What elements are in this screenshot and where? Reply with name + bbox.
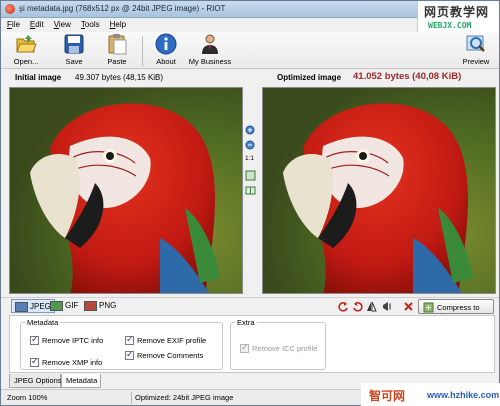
- tab-jpeg-options[interactable]: JPEG Options: [9, 374, 62, 388]
- remove-xmp-checkbox[interactable]: Remove XMP info: [30, 356, 103, 367]
- preview-button[interactable]: Preview: [459, 33, 493, 66]
- watermark-bottom-url: www.hzhike.com: [427, 390, 500, 400]
- businessman-icon: [199, 33, 221, 55]
- menu-view[interactable]: View: [48, 18, 75, 29]
- parrot-photo-optimized: [263, 88, 495, 293]
- preview-label: Preview: [462, 57, 490, 66]
- flip-vertical-icon[interactable]: [381, 301, 392, 312]
- tab-metadata[interactable]: Metadata: [61, 374, 101, 388]
- optimized-status: Optimized: 24bit JPEG image: [135, 393, 234, 402]
- format-gif-label: GIF: [65, 301, 79, 310]
- menu-help[interactable]: Help: [104, 18, 130, 29]
- png-image-icon: [84, 301, 97, 311]
- watermark-bottom: 智可网 www.hzhike.com: [361, 383, 500, 406]
- format-png-tab[interactable]: PNG: [81, 299, 119, 313]
- zoom-ratio-label[interactable]: 1:1: [245, 155, 256, 166]
- remove-exif-checkbox[interactable]: Remove EXIF profile: [125, 334, 207, 345]
- remove-icc-checkbox: Remove ICC profile: [240, 342, 318, 353]
- format-bar: JPEG GIF PNG Compress to size: [1, 297, 499, 321]
- riot-app-icon: [5, 4, 15, 14]
- format-png-label: PNG: [99, 301, 117, 310]
- menu-edit[interactable]: Edit: [24, 18, 48, 29]
- jpeg-image-icon: [15, 302, 28, 312]
- checkbox-checked-icon: [125, 334, 134, 345]
- initial-image-size: 49.307 bytes (48,15 KiB): [75, 73, 164, 82]
- zoom-status: Zoom 100%: [7, 393, 48, 402]
- remove-iptc-checkbox[interactable]: Remove IPTC info: [30, 334, 104, 345]
- zoom-controls: 1:1: [245, 125, 259, 200]
- watermark-logo: 网页教学网 WEBJX.COM: [417, 1, 499, 35]
- zoom-in-icon[interactable]: [245, 125, 256, 136]
- checkbox-checked-icon: [240, 342, 249, 353]
- clipboard-icon: [106, 33, 128, 55]
- watermark-text: 网页教学网: [424, 5, 490, 19]
- menu-tools[interactable]: Tools: [75, 18, 104, 29]
- watermark-bottom-text: 智可网: [369, 389, 406, 403]
- gif-image-icon: [50, 301, 63, 311]
- compress-to-size-button[interactable]: Compress to size: [418, 299, 494, 321]
- optimized-image-view[interactable]: [262, 87, 496, 294]
- open-label: Open...: [13, 57, 39, 66]
- save-label: Save: [65, 57, 83, 66]
- initial-image-view[interactable]: [9, 87, 243, 294]
- paste-label: Paste: [107, 57, 127, 66]
- remove-exif-label: Remove EXIF profile: [137, 336, 207, 345]
- info-icon: [155, 33, 177, 55]
- optimized-image-size: 41.052 bytes (40,08 KiB): [353, 71, 462, 82]
- fit-window-icon[interactable]: [245, 170, 256, 181]
- save-button[interactable]: Save: [57, 33, 91, 66]
- parrot-photo: [10, 88, 242, 293]
- compress-icon: [423, 302, 434, 315]
- menu-file[interactable]: File: [1, 18, 24, 29]
- app-window: şi metadata.jpg (768x512 px @ 24bit JPEG…: [0, 0, 500, 406]
- my-business-label: My Business: [188, 57, 232, 66]
- options-panel: Metadata Remove IPTC info Remove XMP inf…: [9, 315, 495, 373]
- remove-xmp-label: Remove XMP info: [42, 358, 103, 367]
- remove-comments-checkbox[interactable]: Remove Comments: [125, 349, 204, 360]
- rotate-right-icon[interactable]: [352, 301, 363, 312]
- folder-open-icon: [15, 33, 37, 55]
- toolbar: Open... Save Paste About My Business Pre…: [1, 32, 499, 69]
- metadata-legend: Metadata: [27, 318, 59, 327]
- about-button[interactable]: About: [149, 33, 183, 66]
- extra-legend: Extra: [237, 318, 255, 327]
- about-label: About: [156, 57, 176, 66]
- menu-bar: File Edit View Tools Help: [1, 18, 421, 31]
- floppy-disk-icon: [63, 33, 85, 55]
- checkbox-checked-icon: [125, 349, 134, 360]
- toolbar-separator: [142, 36, 143, 66]
- magnifier-icon: [465, 33, 487, 55]
- checkbox-checked-icon: [30, 356, 39, 367]
- open-button[interactable]: Open...: [9, 33, 43, 66]
- remove-icc-label: Remove ICC profile: [252, 344, 318, 353]
- status-divider: [131, 392, 132, 404]
- image-info-bar: Initial image 49.307 bytes (48,15 KiB) O…: [1, 69, 499, 86]
- optimized-image-label: Optimized image: [277, 73, 342, 82]
- initial-image-label: Initial image: [15, 73, 62, 82]
- window-title: şi metadata.jpg (768x512 px @ 24bit JPEG…: [19, 4, 226, 13]
- paste-button[interactable]: Paste: [100, 33, 134, 66]
- format-gif-tab[interactable]: GIF: [47, 299, 81, 313]
- rotate-left-icon[interactable]: [338, 301, 349, 312]
- watermark-url: WEBJX.COM: [428, 21, 472, 30]
- my-business-button[interactable]: My Business: [187, 33, 233, 66]
- flip-horizontal-icon[interactable]: [366, 301, 377, 312]
- remove-iptc-label: Remove IPTC info: [42, 336, 104, 345]
- remove-comments-label: Remove Comments: [137, 351, 204, 360]
- compare-icon[interactable]: [245, 185, 256, 196]
- reset-icon[interactable]: [403, 301, 414, 312]
- checkbox-checked-icon: [30, 334, 39, 345]
- zoom-out-icon[interactable]: [245, 140, 256, 151]
